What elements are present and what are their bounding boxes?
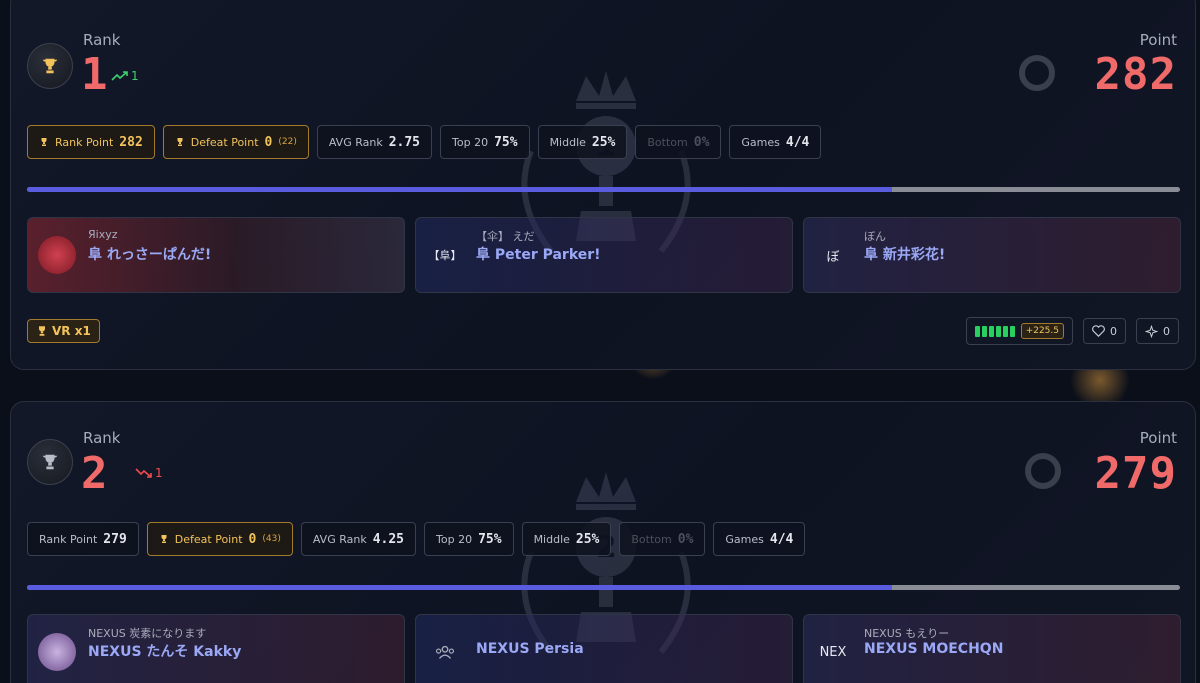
player-card[interactable]: Яixyz 阜 れっさーぱんだ! — [27, 217, 405, 293]
stat-bottom: Bottom 0% — [619, 522, 706, 556]
player-team: NEXUS もえりー — [864, 627, 950, 640]
player-team: Яixyz — [88, 228, 118, 241]
stat-defeat-point: Defeat Point 0 (43) — [146, 522, 293, 556]
player-card[interactable]: 【阜】 【伞】 えだ 阜 Peter Parker! — [415, 217, 793, 293]
player-team: 【伞】 えだ — [476, 230, 535, 243]
player-team: NEXUS 炭素になります — [88, 627, 207, 640]
player-card[interactable]: ぼ ぼん 阜 新井彩花! — [803, 217, 1181, 293]
player-list: NEXUS 炭素になります NEXUS たんそ Kakky NEXUS Pers… — [27, 614, 1181, 683]
player-name: NEXUS たんそ Kakky — [88, 644, 242, 660]
trophy-icon — [177, 138, 183, 146]
stats-row: Rank Point 282 Defeat Point 0 (22) AVG R… — [27, 125, 822, 159]
rank-label: Rank — [83, 31, 121, 49]
group-icon — [426, 633, 464, 671]
stat-rank-point: Rank Point 279 — [27, 522, 139, 556]
rank-trend: 1 — [135, 466, 163, 480]
stat-avg-rank: AVG Rank 2.75 — [316, 125, 433, 159]
stat-top20: Top 20 75% — [424, 522, 514, 556]
stat-top20: Top 20 75% — [440, 125, 530, 159]
rank-trend: 1 — [111, 69, 139, 83]
point-ring-icon — [1019, 55, 1055, 91]
player-card[interactable]: NEX NEXUS もえりー NEXUS MOECHQN — [803, 614, 1181, 683]
point-ring-icon — [1025, 453, 1061, 489]
ranking-card-2[interactable]: 2 Rank 2 1 Point 279 Rank Point 279 Defe… — [10, 401, 1196, 683]
player-name: NEXUS MOECHQN — [864, 641, 1004, 657]
sparkle-icon — [1145, 324, 1158, 338]
player-name: NEXUS Persia — [476, 641, 584, 657]
trend-value: 1 — [155, 466, 163, 480]
sparkle-button[interactable]: 0 — [1136, 318, 1179, 344]
player-name: 阜 れっさーぱんだ! — [88, 247, 212, 263]
trophy-icon — [27, 439, 73, 485]
player-avatar: NEX — [819, 644, 847, 660]
trend-down-icon — [135, 468, 152, 478]
player-name: 阜 Peter Parker! — [476, 247, 601, 263]
stat-bottom: Bottom 0% — [635, 125, 722, 159]
progress-bar — [27, 585, 1180, 590]
point-number: 279 — [1094, 448, 1177, 499]
trophy-icon — [39, 326, 45, 336]
trophy-icon — [41, 138, 47, 146]
score-meter: +225.5 — [965, 317, 1073, 345]
progress-fill — [27, 187, 892, 192]
rank-label: Rank — [83, 429, 121, 447]
trophy-icon — [161, 535, 167, 543]
stat-rank-point: Rank Point 282 — [27, 125, 155, 159]
like-button[interactable]: 0 — [1083, 318, 1126, 344]
stat-middle: Middle 25% — [521, 522, 612, 556]
trophy-icon — [27, 43, 73, 89]
player-card[interactable]: NEXUS 炭素になります NEXUS たんそ Kakky — [27, 614, 405, 683]
player-avatar — [38, 633, 76, 671]
rank-number: 1 — [81, 49, 108, 100]
stat-middle: Middle 25% — [537, 125, 628, 159]
player-name: 阜 新井彩花! — [864, 247, 946, 263]
card-actions: +225.5 0 0 — [965, 317, 1179, 345]
trend-value: 1 — [131, 69, 139, 83]
point-label: Point — [1139, 31, 1177, 49]
progress-bar — [27, 187, 1180, 192]
stat-games: Games 4/4 — [713, 522, 806, 556]
vr-badge: VR x1 — [27, 319, 100, 343]
stat-avg-rank: AVG Rank 4.25 — [300, 522, 417, 556]
player-card[interactable]: NEXUS Persia — [415, 614, 793, 683]
stats-row: Rank Point 279 Defeat Point 0 (43) AVG R… — [27, 522, 806, 556]
battery-pips — [974, 325, 1015, 337]
rank-number: 2 — [81, 448, 108, 499]
player-avatar: 【阜】 — [428, 249, 462, 262]
point-label: Point — [1139, 429, 1177, 447]
heart-icon — [1092, 325, 1105, 337]
player-list: Яixyz 阜 れっさーぱんだ! 【阜】 【伞】 えだ 阜 Peter Park… — [27, 217, 1181, 293]
player-team: ぼん — [864, 230, 886, 243]
ranking-card-1[interactable]: 1 Rank 1 1 Point 282 Rank Point 282 Defe… — [10, 0, 1196, 370]
trend-up-icon — [111, 71, 128, 81]
stat-games: Games 4/4 — [729, 125, 822, 159]
stat-defeat-point: Defeat Point 0 (22) — [162, 125, 309, 159]
player-avatar — [38, 236, 76, 274]
progress-fill — [27, 585, 892, 590]
meter-value: +225.5 — [1020, 323, 1064, 339]
player-avatar: ぼ — [826, 249, 840, 265]
point-number: 282 — [1094, 49, 1177, 100]
